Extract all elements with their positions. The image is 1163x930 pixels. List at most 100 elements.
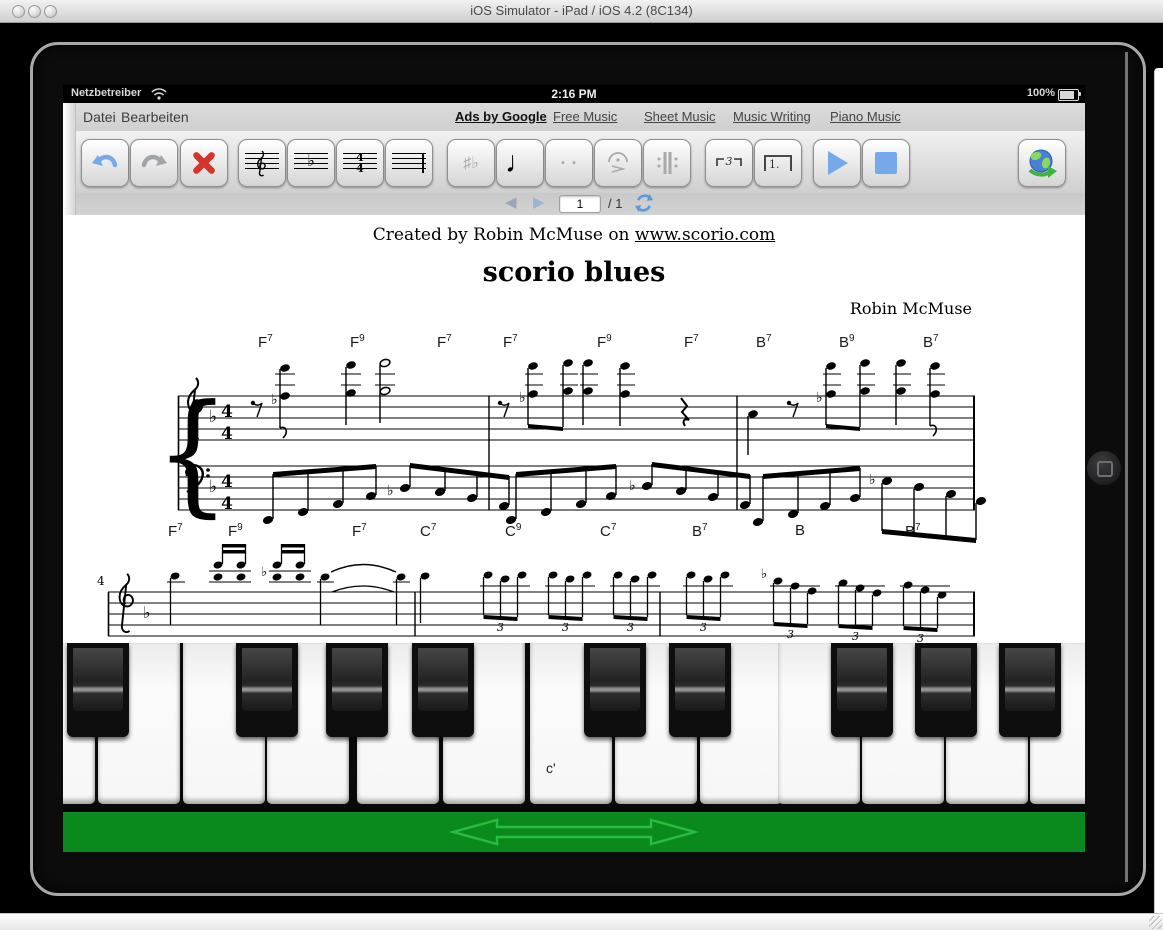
scorio-link[interactable]: www.scorio.com [635, 225, 775, 245]
battery-icon [1058, 89, 1079, 101]
system2-measure-5 [420, 571, 431, 623]
svg-text:3: 3 [787, 628, 794, 641]
redo-button[interactable] [130, 139, 178, 187]
stop-icon [875, 152, 897, 174]
fermata-icon [606, 151, 630, 175]
volta-bracket-icon: 1. [762, 153, 794, 173]
dots-button[interactable]: · · [545, 139, 593, 187]
piano-black-key[interactable] [67, 643, 129, 737]
piano-keyboard: c' [63, 643, 1085, 810]
system-brace: { [155, 376, 230, 530]
svg-text:3: 3 [917, 632, 924, 643]
undo-button[interactable] [81, 139, 129, 187]
redo-icon [140, 153, 168, 173]
battery-percent: 100% [1027, 87, 1055, 99]
svg-text:3: 3 [627, 621, 634, 634]
piano-black-key[interactable] [326, 643, 388, 737]
time-signature-button[interactable]: 44 [336, 139, 384, 187]
svg-text:♭: ♭ [629, 477, 636, 493]
previous-page-button[interactable]: ◀ [505, 195, 517, 211]
menu-bar: Datei Bearbeiten Ads by Google Free Music Sh… [63, 103, 1085, 132]
triplet-groups-mid: 3 3 3 3 [480, 570, 733, 634]
svg-text:♭: ♭ [869, 471, 876, 487]
triplet-button[interactable]: 3 [705, 139, 753, 187]
treble-measure-2: ♭ [498, 358, 689, 431]
svg-text:♭: ♭ [761, 566, 767, 581]
keyboard-scroll-bar[interactable] [63, 812, 1085, 852]
link-sheet-music[interactable]: Sheet Music [644, 109, 716, 124]
link-piano-music[interactable]: Piano Music [830, 109, 901, 124]
status-bar: Netzbetreiber 2:16 PM 100% [63, 85, 1085, 103]
svg-text:3: 3 [700, 621, 707, 634]
score-canvas[interactable]: Created by Robin McMuse on www.scorio.co… [63, 215, 1085, 643]
link-free-music[interactable]: Free Music [553, 109, 617, 124]
staff-button[interactable] [385, 139, 433, 187]
svg-text:♭: ♭ [816, 389, 823, 405]
system2-measure-4: ♭ [167, 544, 410, 625]
scroll-arrows-icon [449, 817, 699, 847]
page-number-input[interactable] [559, 195, 601, 213]
window-titlebar: iOS Simulator - iPad / iOS 4.2 (8C134) [0, 0, 1163, 23]
treble-clef-icon [245, 149, 279, 177]
link-ads-by-google[interactable]: Ads by Google [455, 109, 547, 124]
articulation-button[interactable] [594, 139, 642, 187]
triplet-groups-low: 333 [770, 576, 950, 643]
svg-text:♭: ♭ [261, 564, 267, 579]
refresh-icon[interactable] [635, 194, 653, 212]
window-title: iOS Simulator - iPad / iOS 4.2 (8C134) [0, 3, 1163, 18]
svg-text:4: 4 [221, 472, 233, 492]
sharp-flat-icon: ♯♭ [463, 153, 479, 173]
piano-black-key[interactable] [669, 643, 731, 737]
delete-button[interactable] [180, 139, 228, 187]
menu-datei[interactable]: Datei [83, 109, 116, 125]
piano-black-key[interactable] [412, 643, 474, 737]
dots-icon: · · [561, 153, 578, 174]
svg-text:3: 3 [562, 621, 569, 634]
menu-bearbeiten[interactable]: Bearbeiten [121, 109, 189, 125]
credit-line: Created by Robin McMuse on www.scorio.co… [63, 225, 1085, 245]
play-icon [825, 150, 849, 176]
window-scrollbar[interactable] [1154, 68, 1163, 913]
measure-number: 4 [97, 574, 105, 588]
page-total-label: / 1 [608, 196, 622, 211]
svg-text:♭: ♭ [271, 391, 278, 407]
piano-black-key[interactable] [584, 643, 646, 737]
delete-x-icon [191, 150, 217, 176]
svg-text:♭: ♭ [209, 477, 217, 496]
piano-black-key[interactable] [831, 643, 893, 737]
quarter-note-icon: ♩ [505, 148, 535, 178]
next-page-button[interactable]: ▶ [533, 195, 545, 211]
repeat-barline-icon [655, 150, 679, 176]
piano-black-key[interactable] [236, 643, 298, 737]
svg-text:4: 4 [221, 494, 233, 514]
accidental-button[interactable]: ♯♭ [447, 139, 495, 187]
key-label-c1: c' [546, 760, 556, 776]
key-signature-button[interactable]: ♭ [287, 139, 335, 187]
time-signature-icon: 44 [343, 149, 377, 180]
resize-grip[interactable] [1149, 916, 1162, 929]
stop-button[interactable] [862, 139, 910, 187]
piano-black-key[interactable] [915, 643, 977, 737]
svg-text:1.: 1. [769, 158, 780, 171]
note-button[interactable]: ♩ [496, 139, 544, 187]
triplet-bracket-icon: 3 [713, 155, 745, 171]
piano-black-key[interactable] [999, 643, 1061, 737]
svg-text:3: 3 [497, 621, 504, 634]
home-button[interactable] [1087, 451, 1121, 485]
repeat-button[interactable] [643, 139, 691, 187]
volta-button[interactable]: 1. [754, 139, 802, 187]
clef-button[interactable] [238, 139, 286, 187]
globe-sync-icon [1026, 147, 1058, 179]
play-button[interactable] [813, 139, 861, 187]
bass-measure-3: ♭ [752, 466, 987, 543]
svg-text:♭: ♭ [387, 482, 394, 498]
svg-text:♭: ♭ [209, 407, 217, 426]
link-music-writing[interactable]: Music Writing [733, 109, 811, 124]
music-notation: { ♭ ♭ 44 44 ♭ [63, 325, 1085, 643]
page-navigation: ◀ ▶ / 1 [63, 193, 1085, 215]
svg-text:♭: ♭ [143, 605, 151, 622]
bezel-edge-highlight [1125, 52, 1128, 882]
publish-button[interactable] [1018, 139, 1066, 187]
window-bottom-bar [0, 913, 1163, 930]
left-edge-strip [63, 103, 76, 215]
